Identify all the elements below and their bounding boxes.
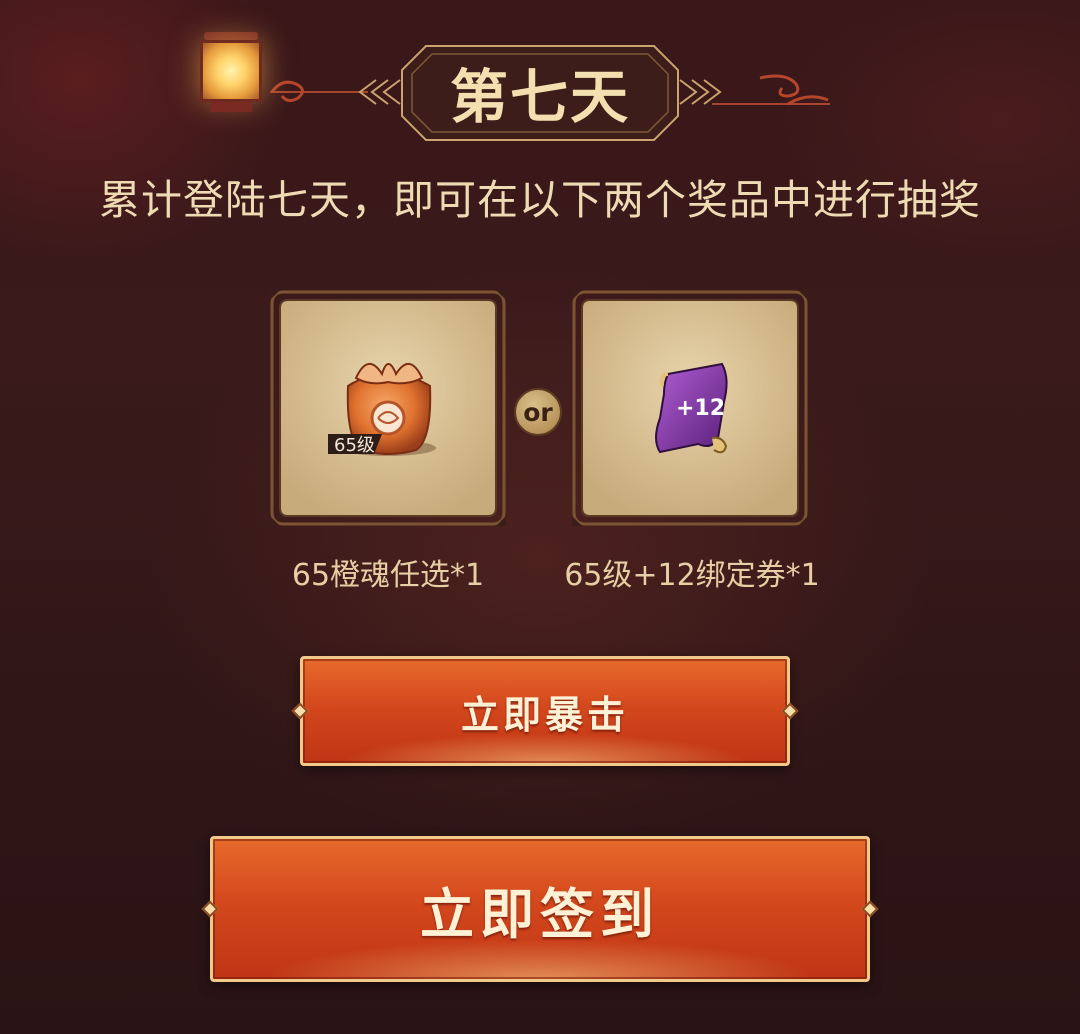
day-title-plaque: 第七天: [402, 44, 678, 140]
header: 第七天 累计登陆七天，即可在以下两个奖品中进行抽奖: [0, 0, 1080, 224]
scroll-plus-label: +12: [676, 396, 725, 421]
sign-in-now-button[interactable]: 立即签到: [201, 836, 879, 982]
sign-in-now-label: 立即签到: [420, 881, 660, 946]
diamond-ornament-right: [861, 900, 879, 918]
event-description: 累计登陆七天，即可在以下两个奖品中进行抽奖: [99, 176, 981, 224]
strike-now-button[interactable]: 立即暴击: [291, 656, 799, 766]
diamond-ornament-left: [291, 702, 309, 720]
lantern-icon: [196, 32, 266, 114]
prize-card-right[interactable]: +12: [572, 290, 808, 526]
prize-label-left: 65橙魂任选*1: [291, 558, 485, 593]
purple-scroll-icon: +12: [655, 362, 728, 454]
prize-card-left[interactable]: 65级: [270, 290, 506, 526]
diamond-ornament-right: [781, 702, 799, 720]
level-badge: 65级: [334, 435, 375, 456]
day-title: 第七天: [449, 63, 630, 131]
strike-now-label: 立即暴击: [460, 691, 629, 737]
orange-gift-bag-icon: 65级: [328, 363, 436, 456]
prize-label-right: 65级+12绑定券*1: [564, 558, 820, 593]
or-badge: or: [514, 388, 562, 436]
diamond-ornament-left: [201, 900, 219, 918]
